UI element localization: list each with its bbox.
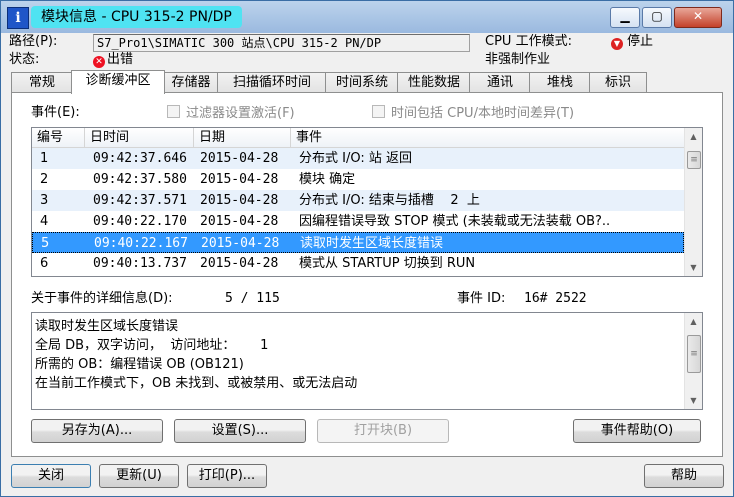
- tab-identification[interactable]: 标识: [589, 72, 647, 92]
- column-number[interactable]: 编号: [32, 128, 85, 147]
- module-info-window: i 模块信息 - CPU 315-2 PN/DP ▁ ▢ ✕ 路径(P): S7…: [0, 0, 734, 497]
- table-row[interactable]: 4 09:40:22.170 2015-04-28 因编程错误导致 STOP 模…: [32, 211, 684, 232]
- detail-line: 所需的 OB：编程错误 OB (OB121): [35, 357, 244, 372]
- tab-communication[interactable]: 通讯: [469, 72, 531, 92]
- open-block-button[interactable]: 打开块(B): [317, 419, 449, 443]
- row-date: 2015-04-28: [200, 256, 279, 271]
- event-id-value: 16# 2522: [524, 291, 587, 306]
- tab-performance-data[interactable]: 性能数据: [397, 72, 471, 92]
- table-row[interactable]: 3 09:42:37.571 2015-04-28 分布式 I/O: 结束与插槽…: [32, 190, 684, 211]
- tab-memory[interactable]: 存储器: [163, 72, 219, 92]
- event-id-label: 事件 ID:: [457, 291, 506, 306]
- row-number: 6: [40, 256, 49, 271]
- column-time[interactable]: 日时间: [85, 128, 194, 147]
- event-list-scrollbar[interactable]: ▲ ≡ ▼: [684, 128, 702, 276]
- tab-stacks[interactable]: 堆栈: [529, 72, 591, 92]
- tab-general[interactable]: 常规: [11, 72, 73, 92]
- details-position: 5 / 115: [225, 291, 280, 306]
- detail-line: 在当前工作模式下，OB 未找到、或被禁用、或无法启动: [35, 376, 358, 391]
- print-button[interactable]: 打印(P)...: [187, 464, 267, 488]
- row-time: 09:42:37.580: [93, 172, 187, 187]
- maximize-button[interactable]: ▢: [642, 7, 672, 28]
- cpu-mode-label: CPU 工作模式:: [485, 34, 572, 49]
- force-status: 非强制作业: [485, 52, 551, 67]
- row-date: 2015-04-28: [200, 214, 279, 229]
- time-diff-checkbox-label: 时间包括 CPU/本地时间差异(T): [391, 106, 575, 121]
- detail-line: 全局 DB，双字访问， 访问地址： 1: [35, 338, 269, 353]
- update-button[interactable]: 更新(U): [99, 464, 179, 488]
- row-time: 09:42:37.646: [93, 151, 187, 166]
- row-time: 09:40:22.167: [94, 236, 188, 251]
- path-field: S7_Pro1\SIMATIC 300 站点\CPU 315-2 PN/DP: [93, 34, 470, 52]
- details-label: 关于事件的详细信息(D):: [31, 291, 173, 306]
- close-button[interactable]: 关闭: [11, 464, 91, 488]
- row-date: 2015-04-28: [200, 151, 279, 166]
- time-diff-checkbox-box: [372, 105, 385, 118]
- table-row-selected[interactable]: 5 09:40:22.167 2015-04-28 读取时发生区域长度错误: [32, 232, 684, 253]
- row-event: 模块 确定: [299, 172, 356, 187]
- row-event: 读取时发生区域长度错误: [300, 236, 444, 251]
- cpu-mode-text: 停止: [627, 34, 654, 49]
- settings-button[interactable]: 设置(S)...: [174, 419, 306, 443]
- detail-line: 读取时发生区域长度错误: [35, 319, 179, 334]
- scroll-down-arrow-icon[interactable]: ▼: [685, 392, 702, 409]
- title-bar[interactable]: i 模块信息 - CPU 315-2 PN/DP ▁ ▢ ✕: [1, 1, 733, 33]
- help-button[interactable]: 帮助: [644, 464, 724, 488]
- filter-checkbox-box: [167, 105, 180, 118]
- save-as-button[interactable]: 另存为(A)...: [31, 419, 163, 443]
- row-event: 因编程错误导致 STOP 模式 (未装载或无法装载 OB?..: [299, 214, 611, 229]
- events-label: 事件(E):: [31, 105, 80, 120]
- status-label: 状态:: [9, 52, 40, 67]
- row-number: 3: [40, 193, 49, 208]
- event-list-header: 编号 日时间 日期 事件: [32, 128, 684, 148]
- row-number: 4: [40, 214, 49, 229]
- row-time: 09:40:22.170: [93, 214, 187, 229]
- filter-checkbox-label: 过滤器设置激活(F): [186, 106, 295, 121]
- column-event[interactable]: 事件: [291, 128, 684, 147]
- row-event: 分布式 I/O: 结束与插槽 2 上: [299, 193, 480, 208]
- table-row[interactable]: 2 09:42:37.580 2015-04-28 模块 确定: [32, 169, 684, 190]
- event-details-box[interactable]: 读取时发生区域长度错误 全局 DB，双字访问， 访问地址： 1 所需的 OB：编…: [31, 312, 703, 410]
- row-number: 1: [40, 151, 49, 166]
- column-date[interactable]: 日期: [194, 128, 291, 147]
- table-row[interactable]: 1 09:42:37.646 2015-04-28 分布式 I/O: 站 返回: [32, 148, 684, 169]
- window-title: 模块信息 - CPU 315-2 PN/DP: [31, 6, 242, 28]
- scroll-thumb[interactable]: ≡: [687, 151, 701, 169]
- status-text: 出错: [107, 52, 134, 67]
- tab-scan-cycle-time[interactable]: 扫描循环时间: [217, 72, 327, 92]
- table-row[interactable]: 6 09:40:13.737 2015-04-28 模式从 STARTUP 切换…: [32, 253, 684, 274]
- row-number: 2: [40, 172, 49, 187]
- cpu-mode-value: ▼ 停止: [611, 34, 653, 50]
- error-icon: ✕: [93, 56, 105, 68]
- scroll-down-arrow-icon[interactable]: ▼: [685, 259, 702, 276]
- row-date: 2015-04-28: [200, 172, 279, 187]
- scroll-up-arrow-icon[interactable]: ▲: [685, 128, 702, 145]
- scroll-up-arrow-icon[interactable]: ▲: [685, 313, 702, 330]
- info-app-icon: i: [7, 7, 29, 29]
- event-list[interactable]: 编号 日时间 日期 事件 1 09:42:37.646 2015-04-28 分…: [31, 127, 703, 277]
- time-diff-checkbox: 时间包括 CPU/本地时间差异(T): [372, 105, 574, 122]
- row-event: 模式从 STARTUP 切换到 RUN: [299, 256, 476, 271]
- status-value: ✕ 出错: [93, 52, 133, 68]
- stop-icon: ▼: [611, 38, 623, 50]
- details-scrollbar[interactable]: ▲ ≡ ▼: [684, 313, 702, 409]
- tab-diagnostic-buffer[interactable]: 诊断缓冲区: [71, 70, 165, 94]
- minimize-button[interactable]: ▁: [610, 7, 640, 28]
- row-date: 2015-04-28: [200, 193, 279, 208]
- row-number: 5: [41, 236, 50, 251]
- row-event: 分布式 I/O: 站 返回: [299, 151, 412, 166]
- filter-checkbox: 过滤器设置激活(F): [167, 105, 295, 122]
- row-date: 2015-04-28: [201, 236, 280, 251]
- close-window-button[interactable]: ✕: [674, 7, 722, 28]
- tab-strip: 常规 诊断缓冲区 存储器 扫描循环时间 时间系统 性能数据 通讯 堆栈 标识: [11, 70, 729, 94]
- event-help-button[interactable]: 事件帮助(O): [573, 419, 701, 443]
- scroll-thumb[interactable]: ≡: [687, 335, 701, 373]
- row-time: 09:40:13.737: [93, 256, 187, 271]
- path-label: 路径(P):: [9, 34, 58, 49]
- tab-time-system[interactable]: 时间系统: [325, 72, 399, 92]
- row-time: 09:42:37.571: [93, 193, 187, 208]
